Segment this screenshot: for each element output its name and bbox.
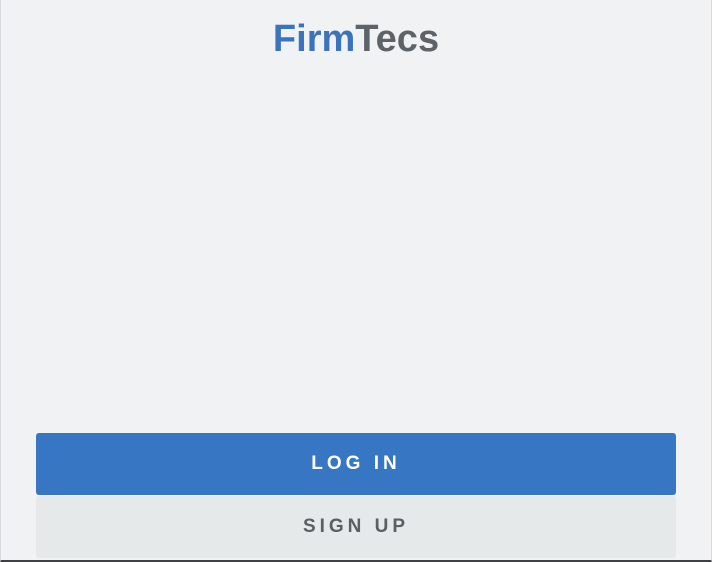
brand-logo-firm: Firm <box>272 18 356 60</box>
brand-logo: FirmTecs <box>1 16 711 62</box>
signup-button[interactable]: SIGN UP <box>36 496 676 558</box>
app-frame: FirmTecs LOG IN SIGN UP <box>0 0 712 562</box>
login-button[interactable]: LOG IN <box>36 433 676 495</box>
brand-logo-tecs: Tecs <box>355 18 440 60</box>
